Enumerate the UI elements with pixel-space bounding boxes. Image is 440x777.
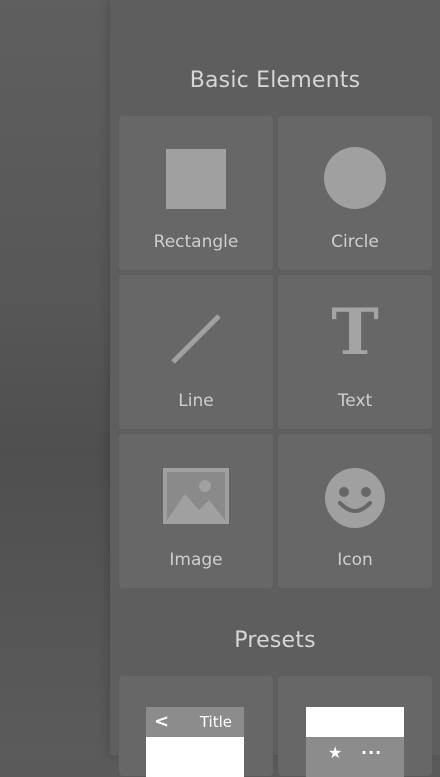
line-label: Line [178, 391, 214, 411]
basic-elements-heading: Basic Elements [189, 68, 361, 93]
circle-icon [324, 147, 386, 209]
chevron-left-icon: < [154, 711, 170, 732]
smiley-icon [325, 468, 385, 528]
line-tile[interactable]: Line [119, 275, 273, 429]
navigation-content [146, 737, 244, 777]
line-icon [171, 314, 221, 364]
tab-bar: ★ ... [306, 737, 404, 777]
rectangle-icon [166, 149, 226, 209]
circle-label: Circle [331, 232, 379, 252]
tab-content [306, 707, 404, 737]
navigation-bar-title: Title [199, 713, 232, 731]
image-icon [163, 468, 229, 524]
star-icon: ★ [328, 743, 343, 762]
image-tile[interactable]: Image [119, 434, 273, 588]
image-label: Image [169, 550, 223, 570]
navigation-bar: < Title [146, 707, 244, 737]
navigation-bar-preset-tile[interactable]: < Title [119, 676, 273, 777]
tab-bar-preset-tile[interactable]: ★ ... [278, 676, 432, 777]
text-label: Text [337, 391, 373, 411]
navigation-bar-preview: < Title [146, 707, 244, 777]
icon-label: Icon [337, 550, 373, 570]
more-icon: ... [361, 739, 383, 758]
tab-bar-preview: ★ ... [306, 707, 404, 777]
rectangle-label: Rectangle [153, 232, 239, 252]
text-icon: T [331, 295, 379, 370]
rectangle-tile[interactable]: Rectangle [119, 116, 273, 270]
circle-tile[interactable]: Circle [278, 116, 432, 270]
presets-heading: Presets [234, 628, 316, 653]
text-tile[interactable]: T Text [278, 275, 432, 429]
canvas-backdrop [0, 0, 110, 755]
icon-tile[interactable]: Icon [278, 434, 432, 588]
insert-panel: Basic Elements Rectangle Circle Line T T… [110, 0, 440, 777]
